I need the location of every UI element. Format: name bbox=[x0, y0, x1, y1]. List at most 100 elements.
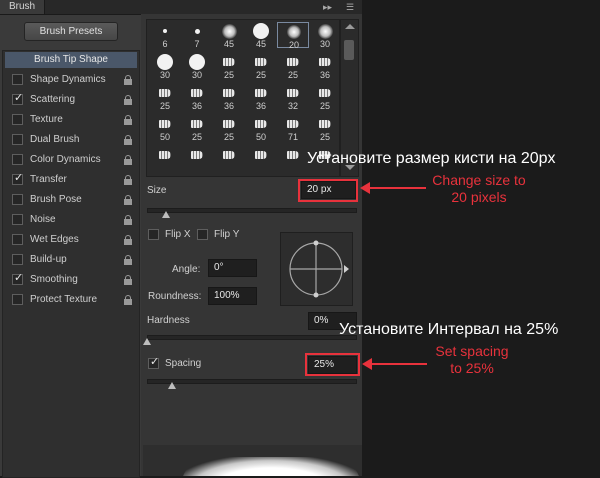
check-icon: ✓ bbox=[14, 272, 24, 284]
brush-tip-preview bbox=[255, 151, 267, 159]
spacing-checkbox[interactable]: ✓ bbox=[148, 356, 159, 369]
brush-tip[interactable]: 71 bbox=[277, 115, 309, 142]
brush-tip[interactable]: 30 bbox=[149, 53, 181, 80]
brush-tip[interactable]: 25 bbox=[309, 84, 339, 111]
option-checkbox[interactable] bbox=[12, 114, 23, 125]
brush-tip[interactable]: 30 bbox=[181, 53, 213, 80]
option-checkbox[interactable] bbox=[12, 74, 23, 85]
brush-tip[interactable]: 36 bbox=[309, 53, 339, 80]
lock-icon[interactable] bbox=[124, 135, 132, 145]
hardness-slider[interactable] bbox=[147, 335, 357, 340]
flip-y-checkbox[interactable] bbox=[197, 229, 208, 240]
lock-icon[interactable] bbox=[124, 235, 132, 245]
brush-tip[interactable]: 45 bbox=[245, 22, 277, 49]
brush-tip[interactable]: 36 bbox=[213, 84, 245, 111]
brush-tip[interactable]: 7 bbox=[181, 22, 213, 49]
brush-tip-preview bbox=[191, 120, 203, 128]
brush-tip[interactable]: 25 bbox=[277, 53, 309, 80]
option-checkbox[interactable]: ✓ bbox=[12, 92, 23, 105]
option-checkbox[interactable] bbox=[12, 134, 23, 145]
collapse-icon[interactable]: ▸▸ bbox=[323, 1, 332, 13]
roundness-input[interactable]: 100% bbox=[208, 287, 257, 305]
brush-tip[interactable] bbox=[181, 146, 213, 172]
option-color-dynamics[interactable]: Color Dynamics bbox=[3, 151, 139, 169]
option-smoothing[interactable]: ✓ Smoothing bbox=[3, 271, 139, 289]
option-checkbox[interactable]: ✓ bbox=[12, 272, 24, 285]
brush-tip[interactable] bbox=[213, 146, 245, 172]
brush-tip[interactable] bbox=[149, 146, 181, 172]
brush-tip[interactable]: 30 bbox=[309, 22, 339, 49]
option-checkbox[interactable] bbox=[12, 194, 23, 205]
brush-tip-preview bbox=[159, 120, 171, 128]
brush-presets-button[interactable]: Brush Presets bbox=[24, 22, 118, 41]
brush-tip[interactable]: 45 bbox=[213, 22, 245, 49]
option-texture[interactable]: Texture bbox=[3, 111, 139, 129]
spacing-slider[interactable] bbox=[147, 379, 357, 384]
brush-tip[interactable]: 36 bbox=[245, 84, 277, 111]
option-checkbox[interactable] bbox=[12, 234, 23, 245]
brush-tip-size-label: 25 bbox=[223, 70, 234, 80]
option-wet-edges[interactable]: Wet Edges bbox=[3, 231, 139, 249]
size-slider[interactable] bbox=[147, 208, 357, 213]
brush-tip[interactable]: 50 bbox=[149, 115, 181, 142]
option-checkbox[interactable] bbox=[12, 254, 23, 265]
lock-icon[interactable] bbox=[124, 175, 132, 185]
lock-icon[interactable] bbox=[124, 75, 132, 85]
option-checkbox[interactable] bbox=[12, 214, 23, 225]
option-checkbox[interactable] bbox=[12, 154, 23, 165]
lock-icon[interactable] bbox=[124, 195, 132, 205]
brush-tip[interactable] bbox=[245, 146, 277, 172]
option-brush-pose[interactable]: Brush Pose bbox=[3, 191, 139, 209]
lock-icon[interactable] bbox=[124, 255, 132, 265]
option-checkbox[interactable]: ✓ bbox=[12, 172, 23, 185]
brush-tip-preview bbox=[159, 151, 171, 159]
hardness-slider-thumb[interactable] bbox=[143, 338, 151, 345]
option-transfer[interactable]: ✓ Transfer bbox=[3, 171, 139, 189]
brush-tip[interactable]: 32 bbox=[277, 84, 309, 111]
brush-tip[interactable]: 36 bbox=[181, 84, 213, 111]
option-label: Shape Dynamics bbox=[30, 74, 106, 85]
option-dual-brush[interactable]: Dual Brush bbox=[3, 131, 139, 149]
brush-tip[interactable] bbox=[277, 146, 309, 172]
option-scattering[interactable]: ✓ Scattering bbox=[3, 91, 139, 109]
brush-tip-size-label: 32 bbox=[287, 101, 298, 111]
lock-icon[interactable] bbox=[124, 115, 132, 125]
option-checkbox[interactable] bbox=[12, 294, 23, 305]
option-label: Color Dynamics bbox=[30, 154, 101, 165]
lock-icon[interactable] bbox=[124, 295, 132, 305]
lock-icon[interactable] bbox=[124, 95, 132, 105]
angle-input[interactable]: 0° bbox=[208, 259, 257, 277]
brush-tip[interactable]: 25 bbox=[181, 115, 213, 142]
brush-tip[interactable]: 20 bbox=[277, 22, 309, 50]
option-protect-texture[interactable]: Protect Texture bbox=[3, 291, 139, 309]
panel-menu-icon[interactable]: ☰ bbox=[346, 1, 354, 13]
spacing-note-ru: Установите Интервал на 25% bbox=[339, 321, 559, 338]
option-build-up[interactable]: Build-up bbox=[3, 251, 139, 269]
brush-tip-preview bbox=[223, 151, 235, 159]
flip-x-checkbox[interactable] bbox=[148, 229, 159, 240]
brush-tip-size-label: 25 bbox=[159, 101, 170, 111]
brush-tip[interactable]: 25 bbox=[245, 53, 277, 80]
brush-tip[interactable]: 25 bbox=[309, 115, 339, 142]
size-slider-thumb[interactable] bbox=[161, 211, 170, 218]
option-shape-dynamics[interactable]: Shape Dynamics bbox=[3, 71, 139, 89]
scroll-up-icon[interactable] bbox=[345, 24, 355, 29]
spacing-slider-thumb[interactable] bbox=[167, 382, 176, 389]
brush-tip[interactable]: 6 bbox=[149, 22, 181, 49]
brush-tip[interactable]: 25 bbox=[213, 53, 245, 80]
brush-tip-shape-item[interactable]: Brush Tip Shape bbox=[5, 52, 137, 68]
lock-icon[interactable] bbox=[124, 155, 132, 165]
angle-roundness-widget[interactable] bbox=[280, 232, 353, 306]
lock-icon[interactable] bbox=[124, 275, 132, 285]
lock-icon[interactable] bbox=[124, 215, 132, 225]
brush-tip-preview bbox=[223, 58, 235, 66]
brush-tip[interactable]: 25 bbox=[149, 84, 181, 111]
brush-tip[interactable]: 50 bbox=[245, 115, 277, 142]
size-arrow-line bbox=[368, 187, 426, 189]
option-noise[interactable]: Noise bbox=[3, 211, 139, 229]
tab-brush[interactable]: Brush bbox=[0, 0, 46, 14]
flip-y-label: Flip Y bbox=[214, 229, 240, 240]
brush-tip-size-label: 7 bbox=[194, 39, 200, 49]
scroll-thumb[interactable] bbox=[344, 40, 354, 60]
brush-tip[interactable]: 25 bbox=[213, 115, 245, 142]
